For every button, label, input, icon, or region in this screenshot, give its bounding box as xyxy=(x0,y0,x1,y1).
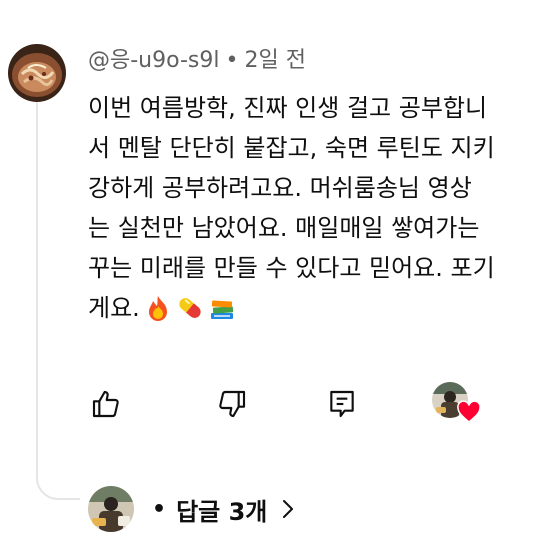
comment-line: 이번 여름방학, 진짜 인생 걸고 공부합니 xyxy=(88,94,488,122)
comment-line: 꾸는 미래를 만들 수 있다고 믿어요. 포기 xyxy=(88,254,495,282)
dislike-button[interactable] xyxy=(212,384,252,424)
books-emoji xyxy=(210,300,233,319)
author-avatar-image xyxy=(8,44,66,102)
reply-avatar-image xyxy=(88,486,134,532)
author-avatar[interactable] xyxy=(8,44,66,102)
comment-last-line: 게요. xyxy=(88,288,560,328)
pill-emoji xyxy=(179,298,201,318)
comment-header: @응-u9o-s9l • 2일 전 xyxy=(88,46,306,76)
comment-text: 이번 여름방학, 진짜 인생 걸고 공부합니 서 멘탈 단단히 붙잡고, 숙면 … xyxy=(88,88,560,328)
reply-avatar xyxy=(88,486,134,532)
thumbs-up-icon xyxy=(92,390,119,418)
view-replies-button[interactable]: • 답글 3개 xyxy=(88,486,295,532)
comment-timestamp[interactable]: 2일 전 xyxy=(244,48,305,73)
reply-button[interactable] xyxy=(322,384,362,424)
comment-line: 는 실천만 남았어요. 매일매일 쌓여가는 xyxy=(88,214,480,242)
like-button[interactable] xyxy=(86,384,126,424)
replies-count-label[interactable]: 답글 3개 xyxy=(176,492,267,527)
thumbs-down-icon xyxy=(219,390,246,418)
creator-heart-badge xyxy=(432,382,482,426)
header-separator: • xyxy=(225,48,239,73)
comment-line: 강하게 공부하려고요. 머쉬룸송님 영상 xyxy=(88,174,472,202)
comment-icon xyxy=(330,390,354,418)
replies-bullet: • xyxy=(152,496,167,522)
creator-heart-icon xyxy=(457,400,481,423)
chevron-right-icon xyxy=(283,500,294,518)
author-handle[interactable]: @응-u9o-s9l xyxy=(88,48,220,73)
fire-emoji xyxy=(148,296,167,321)
comment-line: 게요. xyxy=(88,294,140,322)
reply-thread-line xyxy=(36,102,80,500)
comment-line: 서 멘탈 단단히 붙잡고, 숙면 루틴도 지키 xyxy=(88,134,495,162)
